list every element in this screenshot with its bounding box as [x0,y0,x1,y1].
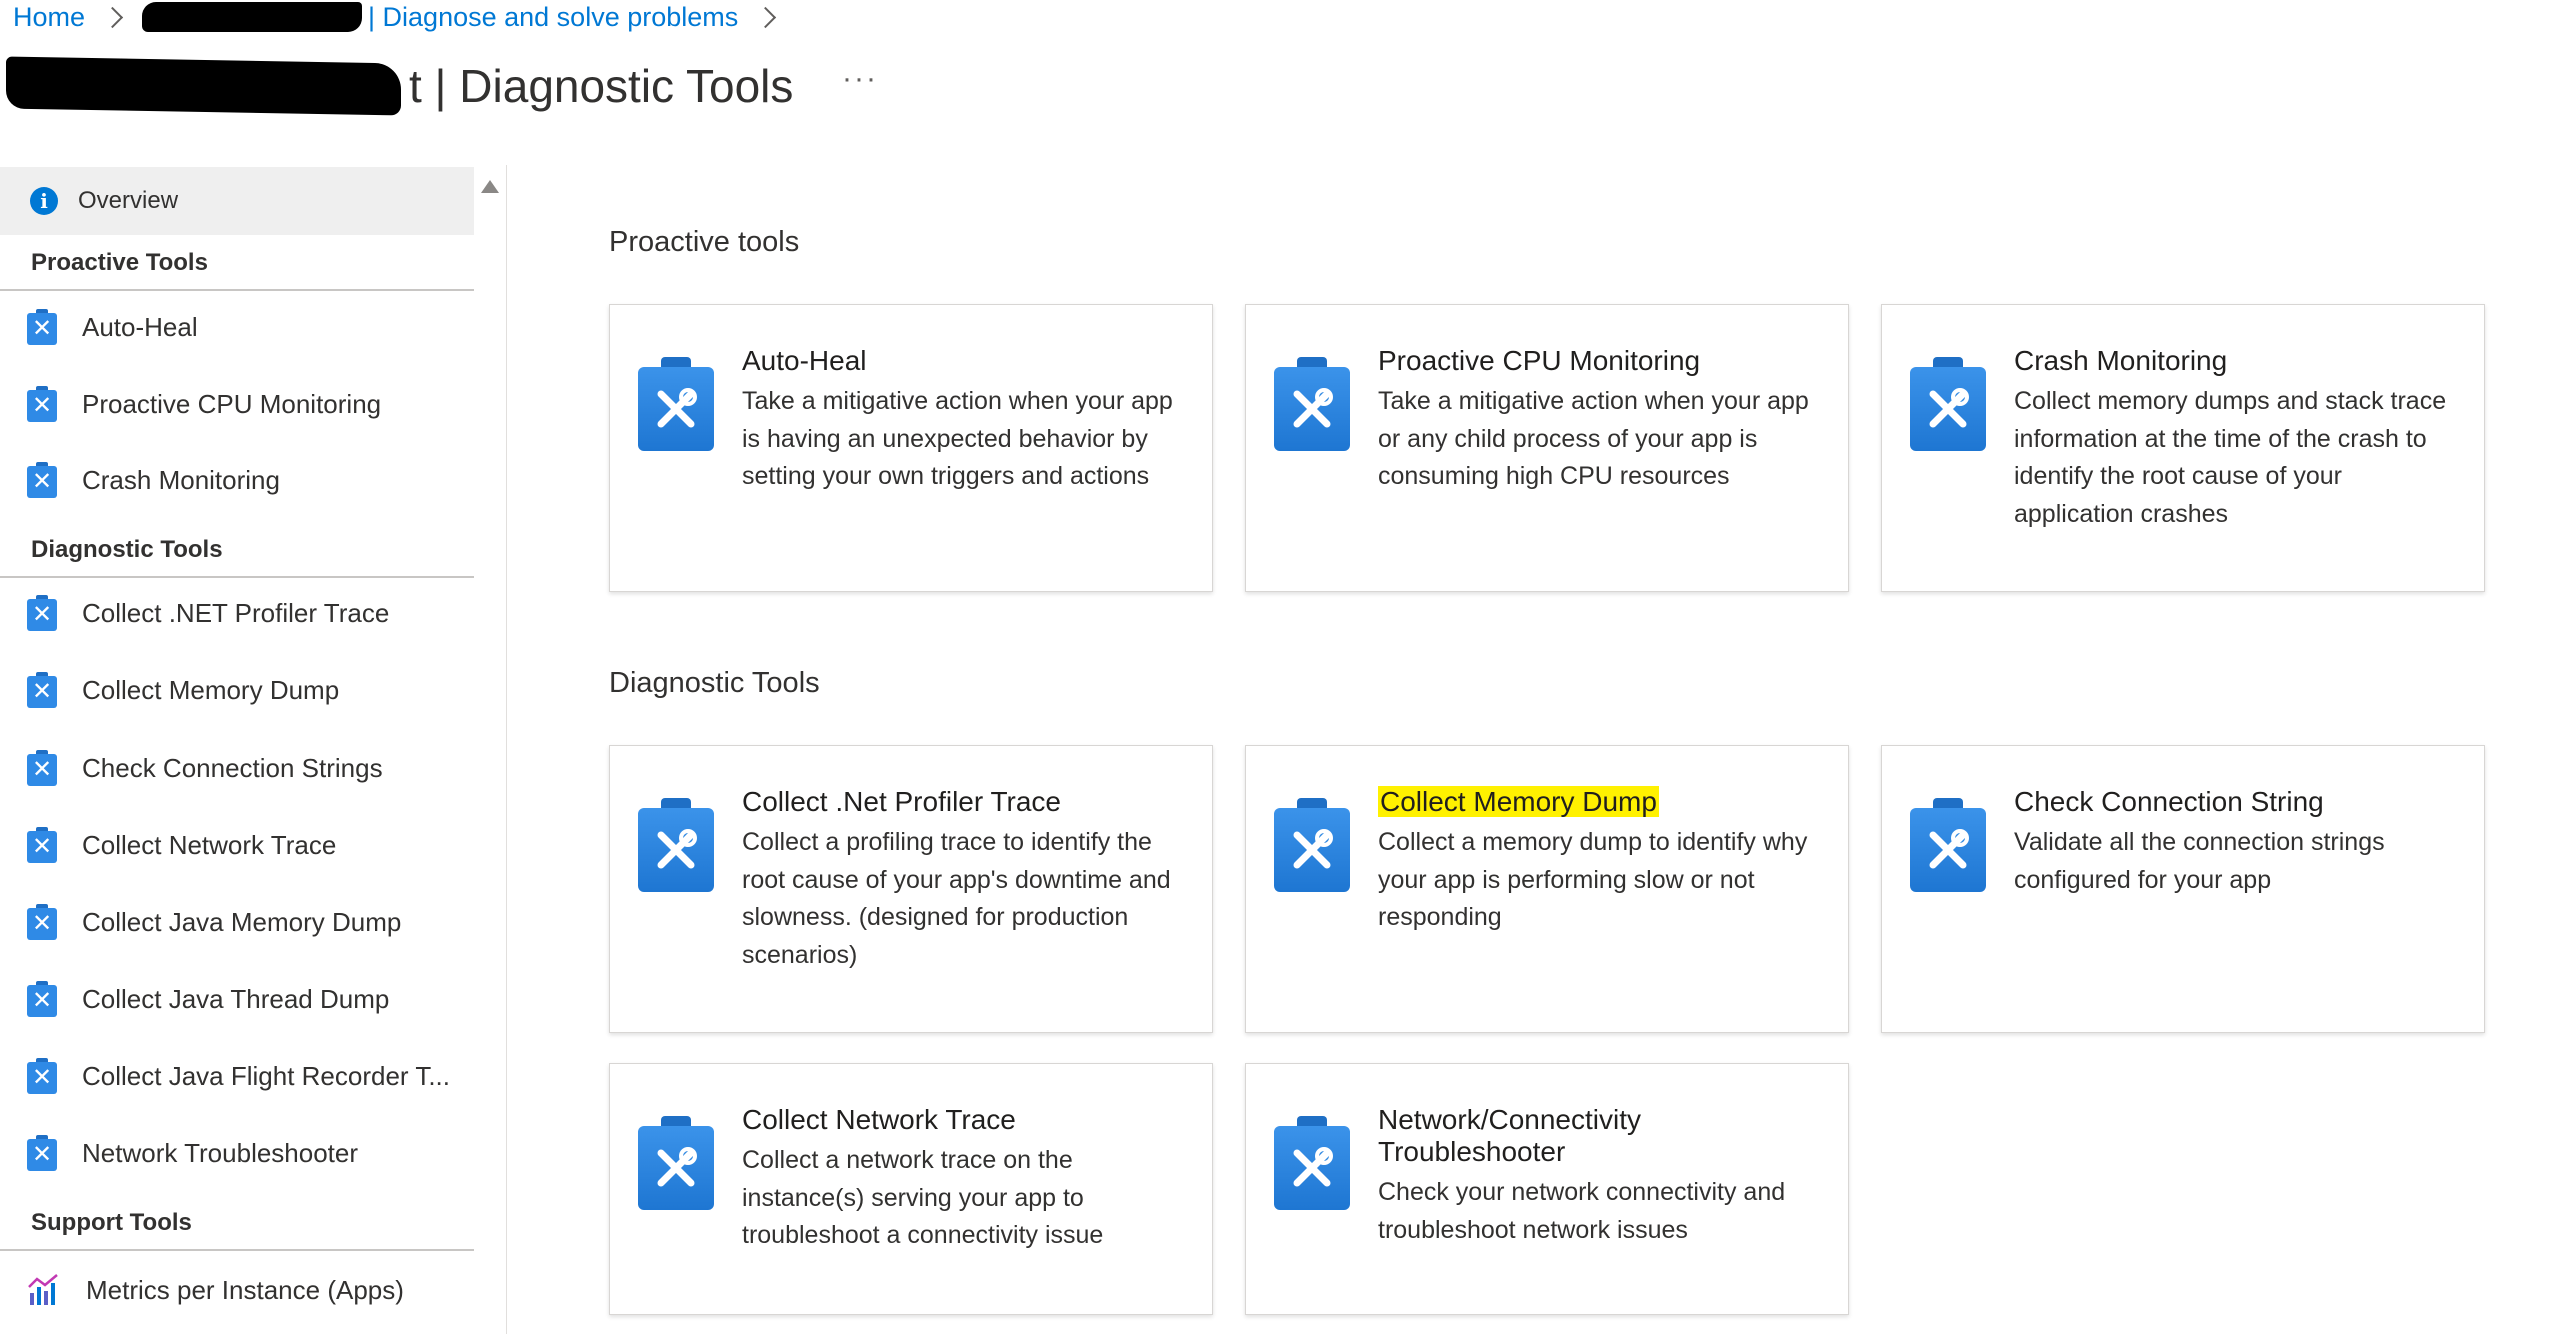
card-title: Collect .Net Profiler Trace [742,786,1061,817]
highlighted-title-text: Collect Memory Dump [1378,786,1659,817]
sidebar-item-label: Collect Network Trace [82,829,337,860]
clipboard-wrench-icon: ✕ [27,904,57,940]
card-network-trace[interactable]: Collect Network Trace Collect a network … [609,1063,1213,1315]
clipboard-wrench-icon: ✕ [27,750,57,786]
card-net-profiler[interactable]: Collect .Net Profiler Trace Collect a pr… [609,745,1213,1033]
clipboard-wrench-icon [1274,1116,1350,1210]
sidebar-item-java-thread-dump[interactable]: ✕ Collect Java Thread Dump [0,964,474,1034]
card-description: Take a mitigative action when your app o… [1378,387,1809,490]
sidebar-item-overview[interactable]: i Overview [0,167,474,235]
breadcrumb-home[interactable]: Home [13,2,85,33]
page-title-row: t | Diagnostic Tools [0,52,793,120]
card-description: Validate all the connection strings conf… [2014,828,2385,894]
sidebar-item-java-memory-dump[interactable]: ✕ Collect Java Memory Dump [0,887,474,957]
sidebar-item-network-trace[interactable]: ✕ Collect Network Trace [0,810,474,880]
sidebar-item-label: Crash Monitoring [82,464,280,495]
card-crash-monitoring[interactable]: Crash Monitoring Collect memory dumps an… [1881,304,2485,592]
sidebar-item-network-troubleshooter[interactable]: ✕ Network Troubleshooter [0,1118,474,1188]
card-title: Auto-Heal [742,345,867,376]
card-description: Collect memory dumps and stack trace inf… [2014,387,2447,528]
sidebar-item-label: Overview [78,187,179,214]
card-connection-string[interactable]: Check Connection String Validate all the… [1881,745,2485,1033]
clipboard-wrench-icon [1274,798,1350,892]
sidebar-item-label: Collect Java Memory Dump [82,906,402,937]
sidebar-scrollbar[interactable] [481,168,499,1334]
sidebar-section-proactive: Proactive Tools [0,235,474,291]
sidebar-section-title: Proactive Tools [31,249,208,276]
sidebar-item-label: Collect Memory Dump [82,674,340,705]
card-title: Crash Monitoring [2014,345,2228,376]
sidebar-section-title: Support Tools [31,1209,192,1236]
sidebar-item-label: Network Troubleshooter [82,1137,359,1168]
redacted-region [6,56,401,116]
page-title: t | Diagnostic Tools [409,60,794,112]
card-description: Check your network connectivity and trou… [1378,1178,1786,1244]
card-description: Collect a network trace on the instance(… [742,1146,1104,1249]
clipboard-wrench-icon: ✕ [27,1135,57,1171]
clipboard-wrench-icon [1910,798,1986,892]
card-memory-dump[interactable]: Collect Memory Dump Collect a memory dum… [1245,745,1849,1033]
breadcrumb: Home | Diagnose and solve problems [13,0,795,34]
sidebar-item-label: Collect Java Thread Dump [82,983,390,1014]
card-auto-heal[interactable]: Auto-Heal Take a mitigative action when … [609,304,1213,592]
section-title-proactive: Proactive tools [609,226,800,258]
breadcrumb-diagnose[interactable]: | Diagnose and solve problems [368,2,738,33]
sidebar-item-net-profiler[interactable]: ✕ Collect .NET Profiler Trace [0,578,474,648]
clipboard-wrench-icon [1910,357,1986,451]
clipboard-wrench-icon: ✕ [27,672,57,708]
clipboard-wrench-icon: ✕ [27,309,57,345]
clipboard-wrench-icon [638,798,714,892]
card-proactive-cpu[interactable]: Proactive CPU Monitoring Take a mitigati… [1245,304,1849,592]
card-title: Collect Network Trace [742,1104,1016,1135]
chevron-right-icon [101,6,124,28]
redacted-region [142,2,363,32]
sidebar-item-connection-strings[interactable]: ✕ Check Connection Strings [0,733,474,803]
sidebar: i Overview Proactive Tools ✕ Auto-Heal ✕… [0,165,474,1334]
sidebar-section-title: Diagnostic Tools [31,536,223,563]
card-title: Network/Connectivity Troubleshooter [1378,1104,1641,1167]
sidebar-item-crash-monitoring[interactable]: ✕ Crash Monitoring [0,445,474,515]
card-description: Take a mitigative action when your app i… [742,387,1173,490]
clipboard-wrench-icon [1274,357,1350,451]
card-title: Check Connection String [2014,786,2324,817]
section-title-diagnostic: Diagnostic Tools [609,667,820,699]
clipboard-wrench-icon: ✕ [27,595,57,631]
sidebar-item-auto-heal[interactable]: ✕ Auto-Heal [0,292,474,362]
clipboard-wrench-icon [638,1116,714,1210]
more-options-button[interactable]: ··· [842,62,878,96]
sidebar-item-label: Collect Java Flight Recorder T... [82,1060,450,1091]
sidebar-item-label: Metrics per Instance (Apps) [86,1274,404,1305]
card-network-troubleshooter[interactable]: Network/Connectivity Troubleshooter Chec… [1245,1063,1849,1315]
sidebar-section-diagnostic: Diagnostic Tools [0,522,474,578]
clipboard-wrench-icon: ✕ [27,462,57,498]
sidebar-item-label: Proactive CPU Monitoring [82,388,382,419]
scroll-up-arrow-icon[interactable] [481,180,499,193]
sidebar-item-java-flight-recorder[interactable]: ✕ Collect Java Flight Recorder T... [0,1041,474,1111]
sidebar-item-metrics-per-instance[interactable]: Metrics per Instance (Apps) [0,1255,474,1325]
clipboard-wrench-icon: ✕ [27,386,57,422]
metrics-chart-icon [28,1274,58,1305]
card-description: Collect a memory dump to identify why yo… [1378,828,1808,931]
info-icon: i [30,187,58,215]
divider [506,165,507,1334]
card-title-highlighted: Collect Memory Dump [1378,786,1826,818]
sidebar-item-label: Check Connection Strings [82,752,383,783]
clipboard-wrench-icon [638,357,714,451]
clipboard-wrench-icon: ✕ [27,1058,57,1094]
card-title: Proactive CPU Monitoring [1378,345,1701,376]
sidebar-item-label: Collect .NET Profiler Trace [82,597,390,628]
clipboard-wrench-icon: ✕ [27,981,57,1017]
sidebar-item-label: Auto-Heal [82,311,198,342]
clipboard-wrench-icon: ✕ [27,827,57,863]
chevron-right-icon [755,6,777,28]
sidebar-item-memory-dump[interactable]: ✕ Collect Memory Dump [0,655,474,725]
card-description: Collect a profiling trace to identify th… [742,828,1171,969]
sidebar-item-proactive-cpu[interactable]: ✕ Proactive CPU Monitoring [0,369,474,439]
sidebar-section-support: Support Tools [0,1195,474,1251]
